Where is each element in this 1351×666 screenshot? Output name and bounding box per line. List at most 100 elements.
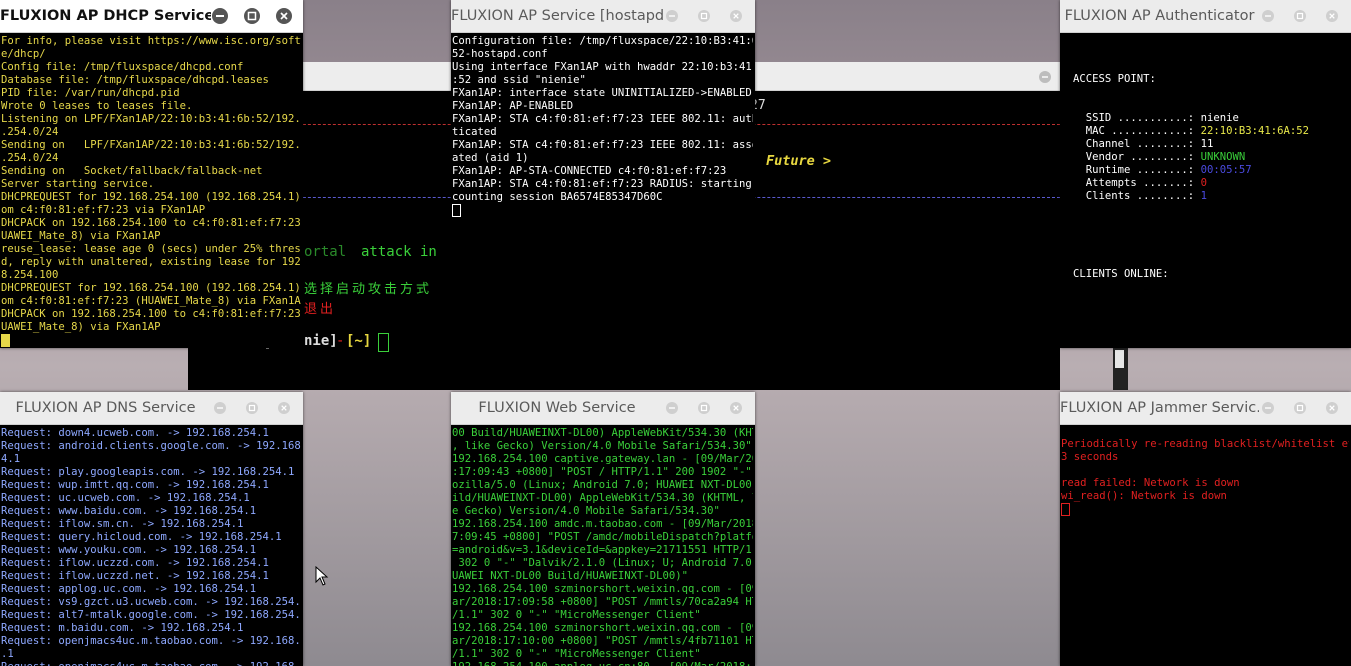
web-line: 192.168.254.100 szminorshort.weixin.qq.c…: [452, 622, 753, 634]
web-terminal-output[interactable]: 00 Build/HUAWEINXT-DL00) AppleWebKit/534…: [452, 427, 753, 666]
jammer-line: Periodically re-reading blacklist/whitel…: [1061, 438, 1349, 450]
hostapd-line: FXan1AP: STA c4:f0:81:ef:f7:23 RADIUS: s…: [452, 178, 753, 190]
web-titlebar[interactable]: FLUXION Web Service: [451, 392, 755, 425]
hostapd-line: Using interface FXan1AP with hwaddr 22:1…: [452, 61, 753, 73]
auth-row-label: MAC ............:: [1073, 125, 1201, 137]
close-icon[interactable]: [727, 399, 745, 417]
auth-row-value: UNKNOWN: [1200, 151, 1246, 163]
auth-row: Runtime ........: 00:05:57: [1073, 164, 1349, 177]
chinese-option-line: 选择启动攻击方式: [304, 282, 433, 297]
maximize-icon[interactable]: [695, 7, 713, 25]
dns-window[interactable]: FLUXION AP DNS Service Request: down4.uc…: [0, 392, 303, 666]
mouse-pointer-icon: [315, 565, 329, 590]
auth-row-label: Runtime ........:: [1073, 164, 1201, 176]
scrollbar-fragment[interactable]: [1113, 348, 1128, 390]
auth-row-label: SSID ...........:: [1073, 112, 1201, 124]
minimize-icon[interactable]: [1259, 7, 1277, 25]
close-icon[interactable]: [727, 7, 745, 25]
maximize-icon[interactable]: [1291, 399, 1309, 417]
hostapd-line: counting session BA6574E85347D60C: [452, 191, 663, 203]
minimize-icon[interactable]: [1259, 399, 1277, 417]
prompt-dir: [~]: [346, 333, 372, 349]
dhcp-cursor[interactable]: [1, 334, 301, 347]
close-icon[interactable]: [1323, 399, 1341, 417]
maximize-icon[interactable]: [695, 399, 713, 417]
web-line: =android&v=3.1&deviceId=&appkey=21711551…: [452, 544, 753, 556]
dns-line: Request: play.googleapis.com. -> 192.168…: [1, 466, 295, 478]
web-window[interactable]: FLUXION Web Service 00 Build/HUAWEINXT-D…: [451, 392, 755, 666]
close-icon[interactable]: [275, 399, 293, 417]
hostapd-line: FXan1AP: AP-ENABLED: [452, 100, 574, 112]
dns-line: 4.1: [1, 453, 21, 465]
jammer-terminal-output[interactable]: Periodically re-reading blacklist/whitel…: [1061, 438, 1349, 666]
dhcp-line: d, reply with unaltered, existing lease …: [1, 256, 301, 268]
jammer-line: wi_read(): Network is down: [1061, 490, 1227, 502]
minimize-icon[interactable]: [663, 7, 681, 25]
hostapd-line: FXan1AP: STA c4:f0:81:ef:f7:23 IEEE 802.…: [452, 113, 753, 125]
hostapd-line: 52-hostapd.conf: [452, 48, 548, 60]
auth-row-value: nienie: [1200, 112, 1239, 124]
jammer-line: read failed: Network is down: [1061, 477, 1240, 489]
maximize-icon[interactable]: [243, 399, 261, 417]
auth-row-value: 11: [1200, 138, 1214, 150]
dns-line: Request: applog.uc.com. -> 192.168.254.1: [1, 583, 257, 595]
minimize-icon[interactable]: [211, 399, 229, 417]
dhcp-line: reuse_lease: lease age 0 (secs) under 25…: [1, 243, 301, 255]
dns-line: Request: openjmacs4uc.m.taobao.com. -> 1…: [1, 635, 301, 647]
dhcp-line: Sending on Socket/fallback/fallback-net: [1, 165, 263, 177]
dns-line: Request: android.clients.google.com. -> …: [1, 440, 301, 452]
dhcp-line: DHCPREQUEST for 192.168.254.100 (192.168…: [1, 282, 301, 294]
dhcp-titlebar[interactable]: FLUXION AP DHCP Service: [0, 0, 303, 33]
dns-window-title: FLUXION AP DNS Service: [15, 400, 196, 416]
dhcp-line: 8.254.100: [1, 269, 59, 281]
auth-row-label: Clients ........:: [1073, 190, 1201, 202]
dhcp-terminal-output[interactable]: For info, please visit https://www.isc.o…: [1, 35, 301, 348]
hostapd-terminal-output[interactable]: Configuration file: /tmp/fluxspace/22:10…: [452, 35, 753, 217]
auth-row: Vendor .........: UNKNOWN: [1073, 151, 1349, 164]
hostapd-window[interactable]: FLUXION AP Service [hostapd] Configurati…: [451, 0, 755, 217]
auth-row-value: 22:10:B3:41:6A:52: [1200, 125, 1309, 137]
minimize-icon[interactable]: [663, 399, 681, 417]
jammer-titlebar[interactable]: FLUXION AP Jammer Servic...: [1060, 392, 1351, 425]
jammer-window[interactable]: FLUXION AP Jammer Servic... Periodically…: [1060, 392, 1351, 666]
auth-row: Attempts .......: 0: [1073, 177, 1349, 190]
dhcp-line: PID file: /var/run/dhcpd.pid: [1, 87, 180, 99]
minimize-icon[interactable]: [211, 7, 229, 25]
minimize-icon[interactable]: [1038, 69, 1052, 88]
hostapd-line: FXan1AP: STA c4:f0:81:ef:f7:23 IEEE 802.…: [452, 139, 753, 151]
jammer-cursor[interactable]: [1061, 503, 1349, 516]
dns-line: Request: openjmacs4uc.m.taobao.com. -> 1…: [1, 661, 301, 666]
dns-line: Request: iflow.uczzd.net. -> 192.168.254…: [1, 570, 269, 582]
maximize-icon[interactable]: [1291, 7, 1309, 25]
prompt-user: nie]: [304, 333, 338, 349]
authenticator-window[interactable]: FLUXION AP Authenticator ACCESS POINT: S…: [1060, 0, 1351, 348]
dns-line: Request: query.hicloud.com. -> 192.168.2…: [1, 531, 282, 543]
prompt-cursor[interactable]: [378, 333, 389, 352]
clients-online-label: CLIENTS ONLINE:: [1073, 268, 1169, 280]
dhcp-line: .254.0/24: [1, 152, 59, 164]
auth-row-label: Vendor .........:: [1073, 151, 1201, 163]
hostapd-cursor[interactable]: [452, 204, 753, 217]
dhcp-line: Wrote 0 leases to leases file.: [1, 100, 193, 112]
web-line: /1.1" 302 0 "-" "MicroMessenger Client": [452, 648, 701, 660]
scrollbar-thumb[interactable]: [1115, 350, 1124, 368]
hostapd-line: FXan1AP: AP-STA-CONNECTED c4:f0:81:ef:f7…: [452, 165, 727, 177]
dns-titlebar[interactable]: FLUXION AP DNS Service: [0, 392, 303, 425]
close-icon[interactable]: [275, 7, 293, 25]
dns-line: Request: www.baidu.com. -> 192.168.254.1: [1, 505, 257, 517]
dhcp-line: e/dhcp/: [1, 48, 46, 60]
auth-row-value: 00:05:57: [1200, 164, 1252, 176]
auth-row: Clients ........: 1: [1073, 190, 1349, 203]
hostapd-titlebar[interactable]: FLUXION AP Service [hostapd]: [451, 0, 755, 33]
dhcp-window[interactable]: FLUXION AP DHCP Service For info, please…: [0, 0, 303, 348]
access-point-label: ACCESS POINT:: [1073, 73, 1156, 85]
authenticator-output[interactable]: ACCESS POINT: SSID ...........: nienie M…: [1073, 47, 1349, 348]
authenticator-titlebar[interactable]: FLUXION AP Authenticator: [1060, 0, 1351, 33]
web-line: e Gecko) Version/4.0 Mobile Safari/534.3…: [452, 505, 720, 517]
dns-terminal-output[interactable]: Request: down4.ucweb.com. -> 192.168.254…: [1, 427, 301, 666]
web-line: 7:09:45 +0800] "POST /amdc/mobileDispatc…: [452, 531, 753, 543]
dhcp-line: Database file: /tmp/fluxspace/dhcpd.leas…: [1, 74, 269, 86]
close-icon[interactable]: [1323, 7, 1341, 25]
dhcp-line: Listening on LPF/FXan1AP/22:10:b3:41:6b:…: [1, 113, 301, 125]
maximize-icon[interactable]: [243, 7, 261, 25]
